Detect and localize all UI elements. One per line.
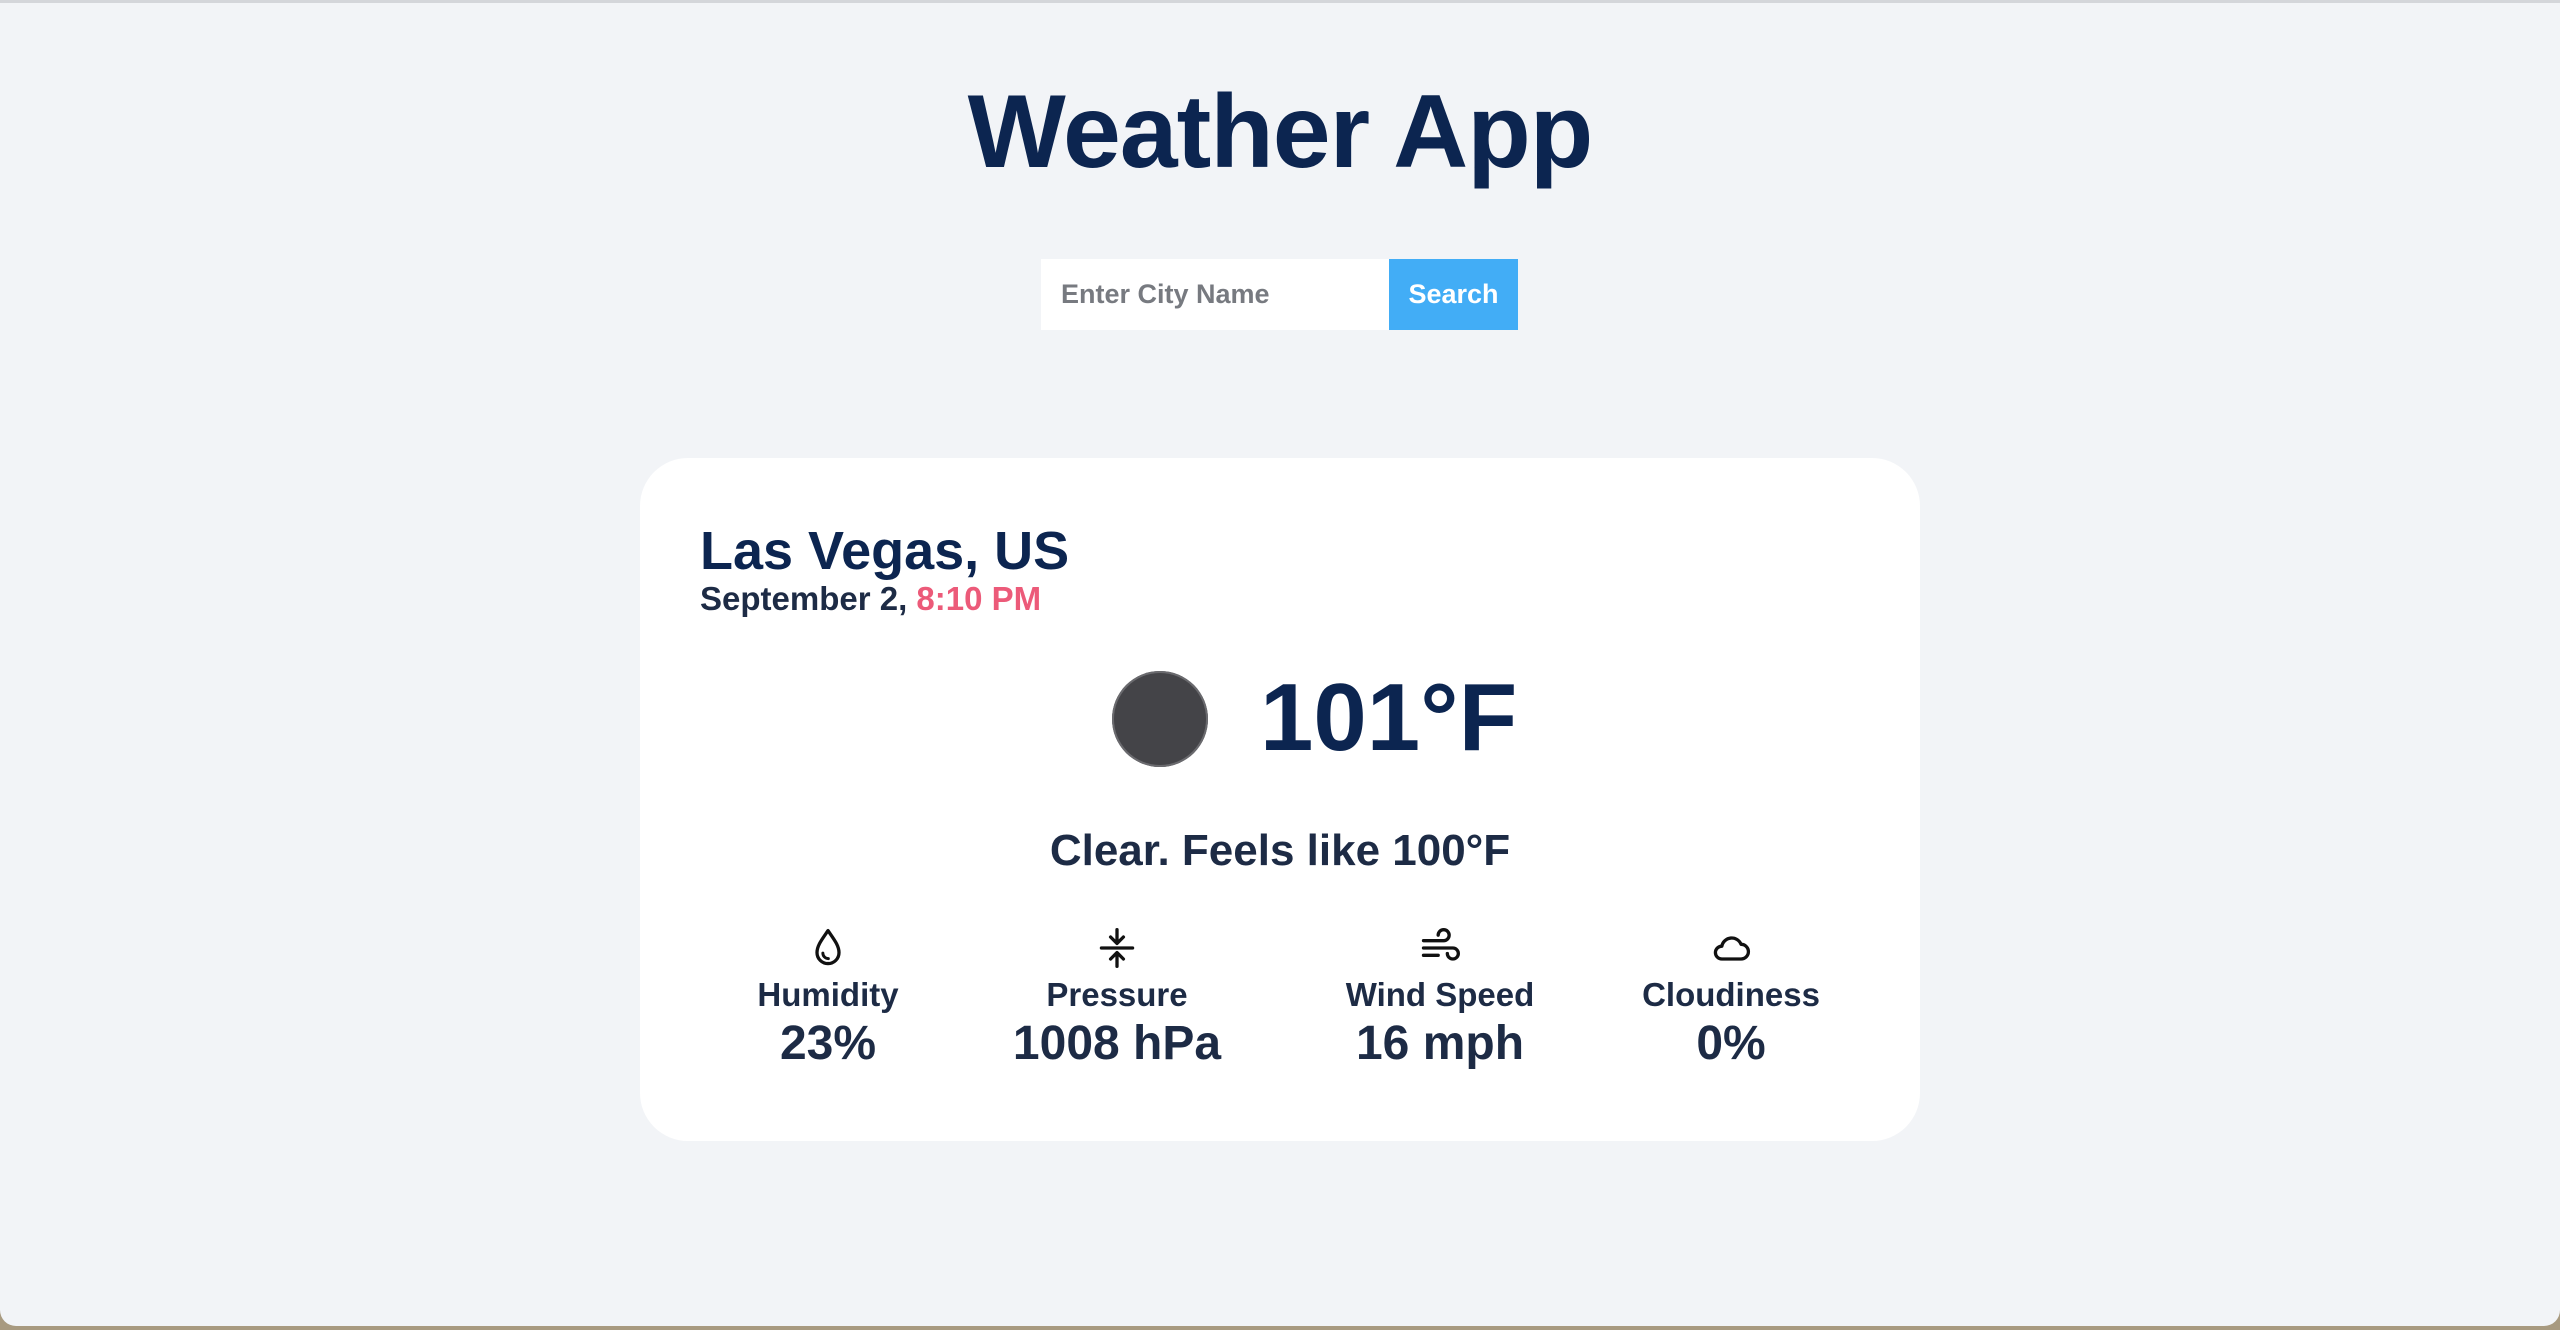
city-name: Las Vegas, US: [700, 521, 1070, 581]
app-page: Weather App Search Las Vegas, US Septemb…: [0, 0, 2560, 1326]
detail-value: 16 mph: [1355, 1017, 1525, 1070]
detail-value: 1008 hPa: [1012, 1017, 1222, 1070]
detail-humidity: Humidity 23%: [698, 926, 958, 1071]
humidity-icon: [815, 928, 841, 966]
detail-label: Pressure: [1046, 976, 1188, 1013]
detail-label: Humidity: [757, 976, 899, 1013]
search-button[interactable]: Search: [1389, 259, 1518, 330]
date-time: September 2, 8:10 PM: [700, 580, 1041, 618]
time-text: 8:10 PM: [916, 580, 1042, 617]
cloud-icon: [1713, 936, 1750, 961]
detail-wind-speed: Wind Speed 16 mph: [1310, 926, 1570, 1071]
search-bar: Search: [1041, 259, 1518, 330]
app-title: Weather App: [967, 74, 1594, 190]
temperature: 101°F: [1260, 664, 1518, 771]
pressure-icon: [1099, 928, 1135, 968]
clear-night-icon: [1112, 671, 1208, 767]
detail-label: Wind Speed: [1345, 976, 1535, 1013]
weather-card: Las Vegas, US September 2, 8:10 PM 101°F…: [640, 458, 1920, 1141]
detail-pressure: Pressure 1008 hPa: [987, 926, 1247, 1071]
date-text: September 2,: [700, 580, 908, 617]
detail-value: 23%: [779, 1017, 877, 1070]
city-search-input[interactable]: [1041, 259, 1389, 330]
weather-description: Clear. Feels like 100°F: [1049, 826, 1511, 875]
detail-label: Cloudiness: [1642, 976, 1820, 1013]
detail-cloudiness: Cloudiness 0%: [1601, 926, 1861, 1071]
wind-icon: [1421, 928, 1460, 961]
current-conditions: 101°F: [640, 663, 1920, 773]
detail-value: 0%: [1696, 1017, 1766, 1070]
